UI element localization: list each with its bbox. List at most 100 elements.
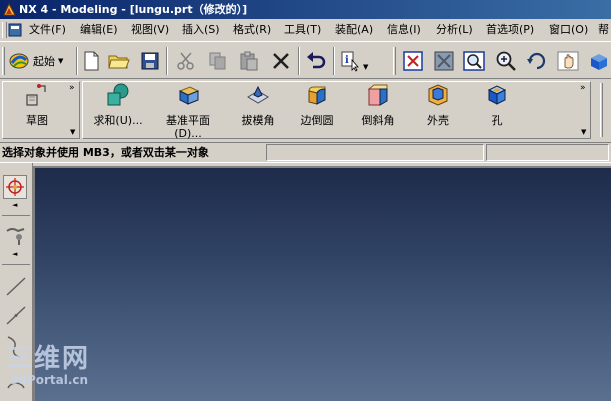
snap-point-button[interactable]: [4, 223, 28, 247]
line-point-icon: [6, 306, 26, 325]
hole-button[interactable]: 孔: [474, 83, 520, 137]
menu-information[interactable]: 信息(I): [387, 22, 421, 38]
fit-view-icon: [403, 51, 423, 71]
toolbar-grip[interactable]: [600, 83, 603, 137]
selection-dropdown-arrow-icon: ▼: [363, 63, 369, 71]
menu-preferences[interactable]: 首选项(P): [486, 22, 534, 38]
paste-icon: [240, 51, 258, 71]
menu-assemblies[interactable]: 装配(A): [335, 22, 373, 38]
shell-label: 外壳: [427, 114, 449, 127]
sketch-group-dropdown-icon[interactable]: ▼: [70, 128, 75, 136]
toolbar-separator: [76, 47, 78, 75]
undo-icon: [307, 52, 326, 69]
feature-toolbar: » ▼ 草图 » ▼ 求和(U)... ▼ 基准平面 (D)... ▼: [0, 79, 611, 142]
crosshair-select-icon: [6, 178, 24, 196]
snap-point-icon: [6, 228, 25, 245]
new-file-button[interactable]: [80, 50, 102, 72]
hole-label: 孔: [491, 114, 503, 127]
selection-info-icon: i: [341, 51, 359, 72]
unite-icon: [107, 83, 129, 106]
toolbar-separator: [298, 47, 300, 75]
sketch-group-expand-icon[interactable]: »: [69, 84, 75, 93]
start-button[interactable]: 起始 ▼: [8, 50, 74, 72]
copy-button[interactable]: [207, 50, 229, 72]
status-pane: [266, 144, 484, 161]
menu-help[interactable]: 帮: [598, 22, 609, 38]
nx-app-icon[interactable]: [2, 2, 17, 17]
left-toolbar-separator: [2, 215, 30, 216]
chamfer-button[interactable]: 倒斜角: [354, 83, 402, 137]
menu-tools[interactable]: 工具(T): [284, 22, 321, 38]
hole-icon: [487, 85, 507, 105]
chamfer-icon: [367, 84, 388, 106]
graphics-viewport[interactable]: [33, 166, 611, 401]
cut-button[interactable]: [175, 50, 197, 72]
selection-info-button[interactable]: i ▼: [340, 50, 380, 72]
title-bar: NX 4 - Modeling - [lungu.prt（修改的）]: [0, 0, 611, 19]
snap-dropdown-icon[interactable]: ◄: [12, 250, 17, 258]
datum-plane-label: 基准平面: [166, 114, 210, 127]
unite-button[interactable]: 求和(U)...: [90, 83, 146, 137]
draft-button[interactable]: 拔模角: [235, 83, 281, 137]
zoom-region-button[interactable]: [463, 50, 485, 72]
datum-plane-button[interactable]: 基准平面 (D)...: [158, 83, 218, 140]
delete-icon: [273, 53, 289, 69]
chamfer-label: 倒斜角: [361, 114, 395, 127]
paste-button[interactable]: [238, 50, 260, 72]
start-dropdown-arrow-icon: ▼: [58, 57, 64, 65]
delete-button[interactable]: [270, 50, 292, 72]
copy-icon: [209, 52, 226, 70]
zoom-button[interactable]: [495, 50, 517, 72]
datum-plane-label-shortcut: (D)...: [174, 127, 202, 140]
menu-analysis[interactable]: 分析(L): [436, 22, 473, 38]
pan-button[interactable]: [557, 50, 579, 72]
feature-group-dropdown-icon[interactable]: ▼: [581, 128, 586, 136]
menu-window[interactable]: 窗口(O): [549, 22, 588, 38]
shell-button[interactable]: 外壳: [415, 83, 461, 137]
draft-label: 拔模角: [241, 114, 275, 127]
zoom-icon: [496, 51, 516, 71]
edge-blend-label: 边倒圆: [300, 114, 334, 127]
new-file-icon: [84, 51, 99, 71]
rotate-button[interactable]: [526, 50, 548, 72]
shaded-view-button[interactable]: [433, 50, 455, 72]
watermark-line2: 3dPortal.cn: [10, 373, 89, 387]
start-icon: [9, 53, 29, 69]
fit-view-button[interactable]: [402, 50, 424, 72]
toolbar-separator: [166, 47, 168, 75]
save-icon: [141, 52, 159, 70]
select-filter-button[interactable]: [3, 175, 27, 199]
draft-icon: [247, 85, 269, 104]
save-button[interactable]: [139, 50, 161, 72]
standard-toolbar: 起始 ▼ i ▼: [0, 41, 611, 79]
menu-bar: 文件(F) 编辑(E) 视图(V) 插入(S) 格式(R) 工具(T) 装配(A…: [0, 19, 611, 41]
line-tool-button[interactable]: [4, 275, 28, 297]
svg-text:i: i: [345, 55, 349, 66]
menu-insert[interactable]: 插入(S): [182, 22, 220, 38]
menu-file[interactable]: 文件(F): [29, 22, 66, 38]
open-button[interactable]: [108, 50, 130, 72]
menu-view[interactable]: 视图(V): [131, 22, 169, 38]
shell-icon: [428, 84, 448, 106]
menu-format[interactable]: 格式(R): [233, 22, 271, 38]
rotate-icon: [527, 52, 546, 70]
toolbar-grip[interactable]: [393, 47, 396, 75]
undo-button[interactable]: [305, 50, 327, 72]
cue-line: 选择对象并使用 MB3，或者双击某一对象: [2, 146, 209, 159]
cube-view-icon: [591, 54, 607, 70]
line-point-tool-button[interactable]: [4, 304, 28, 326]
cut-icon: [177, 52, 194, 70]
toolbar-grip[interactable]: [2, 47, 5, 75]
menu-edit[interactable]: 编辑(E): [80, 22, 118, 38]
select-dropdown-icon[interactable]: ◄: [12, 201, 17, 209]
watermark-logo: 三维网 3dPortal.cn: [6, 345, 90, 387]
feature-group-expand-icon[interactable]: »: [580, 84, 586, 93]
document-menu-icon[interactable]: [7, 22, 23, 38]
sketch-icon: [26, 84, 46, 106]
toolbar-separator: [333, 47, 335, 75]
sketch-button[interactable]: 草图: [14, 83, 60, 137]
view-more-button[interactable]: [588, 50, 611, 72]
status-pane-2: [486, 144, 609, 161]
open-folder-icon: [108, 55, 130, 69]
edge-blend-button[interactable]: 边倒圆: [294, 83, 340, 137]
